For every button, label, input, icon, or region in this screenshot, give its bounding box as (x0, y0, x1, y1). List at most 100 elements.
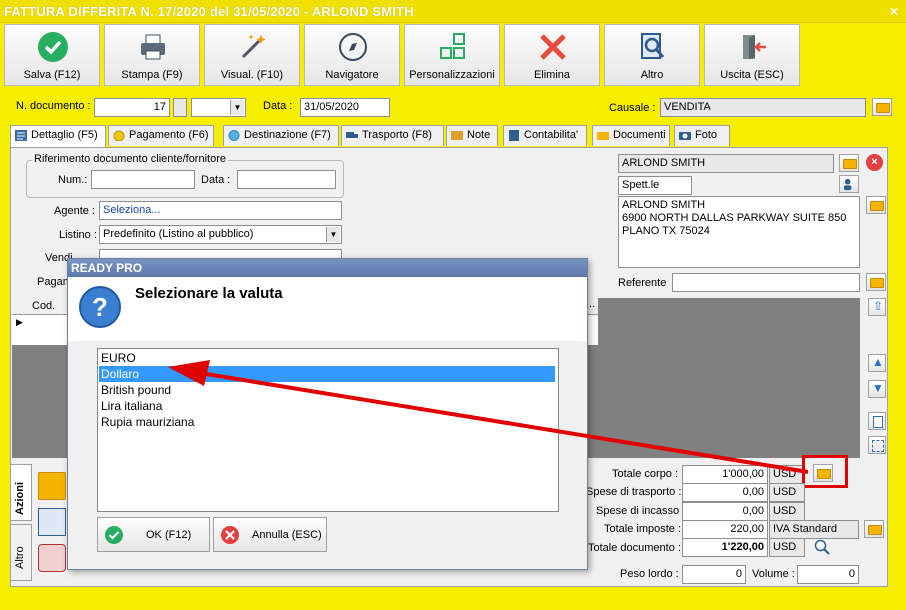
ref-date-field[interactable] (237, 170, 336, 189)
customer-address-box[interactable]: ARLOND SMITH 6900 NORTH DALLAS PARKWAY S… (618, 196, 860, 268)
other-button[interactable]: Altro (604, 24, 700, 86)
spese-trasporto-currency: USD (769, 483, 805, 502)
globe-icon (228, 130, 240, 141)
close-window-button[interactable]: × (890, 3, 898, 19)
volume-field[interactable]: 0 (797, 565, 859, 584)
folder-icon (597, 132, 609, 140)
listino-select[interactable]: Predefinito (Listino al pubblico) ▼ (99, 225, 342, 244)
tab-trasporto[interactable]: Trasporto (F8) (341, 125, 444, 146)
folder-icon (868, 525, 882, 535)
coins-icon (113, 130, 125, 141)
select-area-button[interactable] (868, 436, 886, 454)
preview-button[interactable]: Visual. (F10) (204, 24, 300, 86)
totale-corpo-field[interactable]: 1'000,00 (682, 465, 768, 484)
zoom-icon[interactable] (814, 539, 830, 555)
copy-icon (873, 416, 883, 428)
compass-icon (339, 33, 367, 61)
iva-browse-button[interactable] (864, 520, 884, 538)
tab-pagamento[interactable]: Pagamento (F6) (108, 125, 214, 146)
currency-option[interactable]: EURO (99, 350, 555, 366)
chevron-down-icon: ▼ (326, 227, 340, 242)
cancel-icon (221, 526, 239, 544)
peso-field[interactable]: 0 (682, 565, 746, 584)
user-search-icon (843, 178, 852, 191)
currency-option[interactable]: British pound (99, 382, 555, 398)
highlight-box (802, 455, 848, 488)
print-button[interactable]: Stampa (F9) (104, 24, 200, 86)
copy-row-button[interactable] (868, 412, 886, 430)
address-browse-button[interactable] (866, 196, 886, 214)
tab-contabilita[interactable]: Contabilita' (503, 125, 587, 146)
totale-imposte-field[interactable]: 220,00 (682, 520, 768, 539)
add-document-icon[interactable] (38, 472, 66, 500)
convert-icon[interactable] (38, 544, 66, 572)
row-pointer-icon: ▶ (16, 317, 23, 327)
ok-button[interactable]: OK (F12) (97, 517, 210, 552)
currency-option[interactable]: Rupia mauriziana (99, 414, 555, 430)
currency-option-selected[interactable]: Dollaro (99, 366, 555, 382)
navigator-button[interactable]: Navigatore (304, 24, 400, 86)
totale-corpo-label: Totale corpo : (612, 468, 679, 480)
spese-incasso-field[interactable]: 0,00 (682, 502, 768, 521)
causale-browse-button[interactable] (872, 98, 892, 116)
scroll-top-button[interactable]: ⇧ (868, 298, 886, 316)
side-tab-azioni[interactable]: Azioni (10, 464, 32, 521)
iva-field[interactable]: IVA Standard (769, 520, 859, 539)
checklist-icon[interactable] (38, 508, 66, 536)
doc-number-label: N. documento : (16, 100, 91, 112)
date-field[interactable]: 31/05/2020 (300, 98, 390, 117)
ref-num-field[interactable] (91, 170, 195, 189)
currency-list[interactable]: EURO Dollaro British pound Lira italiana… (97, 348, 559, 512)
tab-note[interactable]: Note (446, 125, 498, 146)
cancel-button[interactable]: Annulla (ESC) (213, 517, 327, 552)
question-icon: ? (79, 286, 121, 328)
folder-icon (870, 201, 884, 211)
clear-customer-icon[interactable]: × (866, 154, 883, 171)
customer-browse-button[interactable] (839, 154, 859, 172)
totale-corpo-currency: USD (769, 465, 805, 484)
exit-door-icon (743, 35, 766, 59)
printer-icon (141, 34, 165, 60)
search-doc-icon (641, 33, 665, 59)
save-button[interactable]: Salva (F12) (4, 24, 100, 86)
check-icon (105, 526, 123, 544)
move-up-button[interactable]: ▲ (868, 354, 886, 372)
spese-trasporto-label: Spese di trasporto : (586, 486, 682, 498)
agent-label: Agente : (54, 205, 95, 217)
doc-series-select[interactable]: ▼ (191, 98, 246, 117)
customize-button[interactable]: Personalizzazioni (404, 24, 500, 86)
arrow-up-icon: ▲ (872, 355, 884, 369)
dialog-message: Selezionare la valuta (135, 285, 283, 302)
side-tab-altro[interactable]: Altro (10, 524, 32, 581)
currency-option[interactable]: Lira italiana (99, 398, 555, 414)
window-titlebar: FATTURA DIFFERITA N. 17/2020 del 31/05/2… (0, 0, 906, 23)
tab-dettaglio[interactable]: Dettaglio (F5) (10, 125, 106, 148)
tab-destinazione[interactable]: Destinazione (F7) (223, 125, 339, 146)
window-title: FATTURA DIFFERITA N. 17/2020 del 31/05/2… (4, 4, 414, 19)
referente-field[interactable] (672, 273, 860, 292)
folder-icon (843, 159, 857, 169)
chevron-down-icon: ▼ (230, 100, 244, 115)
totale-documento-currency: USD (769, 538, 805, 557)
exit-button[interactable]: Uscita (ESC) (704, 24, 800, 86)
agent-field[interactable]: Seleziona... (99, 201, 342, 220)
causale-field[interactable]: VENDITA (660, 98, 866, 117)
dialog-header: ? Selezionare la valuta (68, 277, 587, 341)
customer-lookup-button[interactable] (839, 175, 859, 193)
list-icon (15, 130, 27, 141)
totale-imposte-label: Totale imposte : (604, 523, 682, 535)
ref-num-label: Num.: (58, 174, 88, 186)
salutation-field[interactable]: Spett.le (618, 176, 692, 195)
doc-number-spinner[interactable] (173, 98, 187, 117)
peso-label: Peso lordo : (620, 568, 679, 580)
tab-foto[interactable]: Foto (674, 125, 730, 146)
referente-browse-button[interactable] (866, 273, 886, 291)
move-down-button[interactable]: ▼ (868, 380, 886, 398)
tab-documenti[interactable]: Documenti (592, 125, 670, 146)
arrow-up-icon: ⇧ (873, 299, 884, 313)
spese-trasporto-field[interactable]: 0,00 (682, 483, 768, 502)
doc-number-field[interactable]: 17 (94, 98, 170, 117)
delete-button[interactable]: Elimina (504, 24, 600, 86)
customer-name-field[interactable]: ARLOND SMITH (618, 154, 834, 173)
truck-icon (346, 132, 358, 138)
